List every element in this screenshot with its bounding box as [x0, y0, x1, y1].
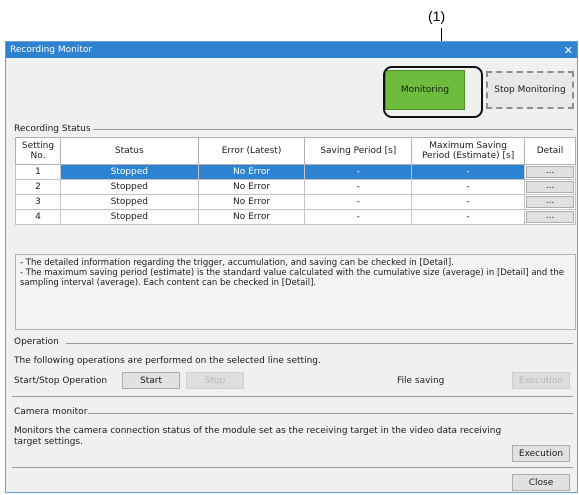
column-header-status: Status [59, 137, 199, 165]
info-note-line: - The maximum saving period (estimate) i… [20, 268, 564, 288]
window-title: Recording Monitor [10, 45, 93, 55]
stop-button[interactable]: Stop [186, 372, 244, 389]
file-saving-execution-button[interactable]: Execution [512, 372, 570, 389]
cell-setting-no: 2 [15, 179, 61, 195]
cell-error: No Error [197, 209, 306, 225]
cell-error: No Error [197, 164, 306, 180]
cell-saving-period: - [304, 179, 413, 195]
section-divider [93, 129, 573, 130]
operation-description: The following operations are performed o… [14, 356, 321, 366]
file-saving-label: File saving [397, 376, 445, 386]
column-header-error: Error (Latest) [197, 137, 306, 165]
column-header-max-saving-period: Maximum Saving Period (Estimate) [s] [411, 137, 525, 165]
operation-label: Operation [14, 337, 59, 347]
column-header-setting-no: Setting No. [15, 137, 61, 165]
table-row[interactable]: 2 Stopped No Error - - ... [15, 179, 577, 195]
cell-detail: ... [523, 194, 577, 210]
start-button[interactable]: Start [122, 372, 180, 389]
recording-status-table: Setting No. Status Error (Latest) Saving… [15, 137, 577, 225]
cell-detail: ... [523, 164, 577, 180]
table-row[interactable]: 3 Stopped No Error - - ... [15, 194, 577, 210]
camera-monitor-execution-button[interactable]: Execution [512, 445, 570, 462]
cell-status: Stopped [59, 209, 199, 225]
cell-detail: ... [523, 209, 577, 225]
section-divider [12, 396, 573, 397]
stop-monitoring-button[interactable]: Stop Monitoring [486, 71, 574, 109]
title-bar: Recording Monitor ✕ [6, 42, 577, 58]
info-notes-box: - The detailed information regarding the… [15, 254, 576, 330]
cell-saving-period: - [304, 164, 413, 180]
detail-button[interactable]: ... [525, 166, 574, 178]
close-button[interactable]: Close [512, 474, 570, 491]
column-header-saving-period: Saving Period [s] [304, 137, 413, 165]
cell-setting-no: 3 [15, 194, 61, 210]
cell-max-saving-period: - [411, 179, 525, 195]
detail-button[interactable]: ... [525, 196, 574, 208]
cell-setting-no: 4 [15, 209, 61, 225]
cell-max-saving-period: - [411, 164, 525, 180]
recording-monitor-window: Recording Monitor ✕ Monitoring Stop Moni… [5, 41, 578, 493]
cell-status: Stopped [59, 194, 199, 210]
cell-status: Stopped [59, 179, 199, 195]
recording-status-label: Recording Status [14, 124, 91, 134]
camera-monitor-label: Camera monitor [14, 407, 88, 417]
detail-button[interactable]: ... [525, 211, 574, 223]
section-divider [88, 413, 573, 414]
table-row[interactable]: 1 Stopped No Error - - ... [15, 164, 577, 180]
detail-button[interactable]: ... [525, 181, 574, 193]
cell-error: No Error [197, 179, 306, 195]
cell-saving-period: - [304, 194, 413, 210]
section-divider [66, 343, 573, 344]
cell-status: Stopped [59, 164, 199, 180]
cell-detail: ... [523, 179, 577, 195]
cell-max-saving-period: - [411, 194, 525, 210]
column-header-detail: Detail [523, 137, 577, 165]
cell-saving-period: - [304, 209, 413, 225]
cell-setting-no: 1 [15, 164, 61, 180]
cell-error: No Error [197, 194, 306, 210]
info-note-line: - The detailed information regarding the… [20, 258, 454, 268]
start-stop-operation-label: Start/Stop Operation [14, 376, 108, 386]
table-row[interactable]: 4 Stopped No Error - - ... [15, 209, 577, 225]
cell-max-saving-period: - [411, 209, 525, 225]
section-divider [12, 467, 573, 468]
close-icon[interactable]: ✕ [564, 44, 573, 57]
monitoring-button[interactable]: Monitoring [385, 70, 465, 110]
callout-number: (1) [428, 8, 446, 24]
camera-monitor-description: Monitors the camera connection status of… [14, 426, 502, 447]
